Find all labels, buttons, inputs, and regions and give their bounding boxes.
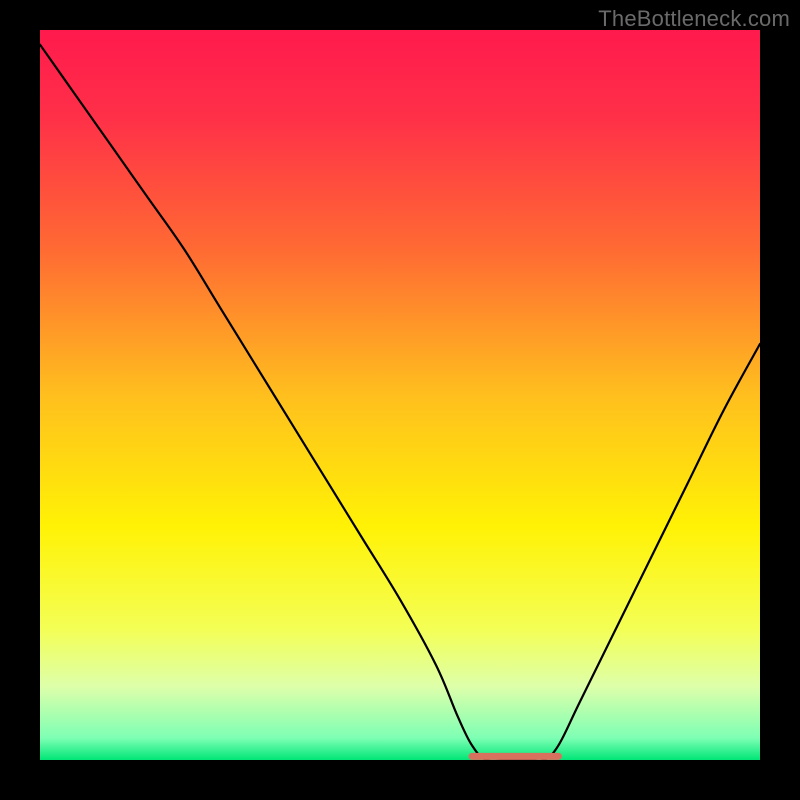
- plot-area: [40, 30, 760, 760]
- gradient-background: [40, 30, 760, 760]
- watermark-text: TheBottleneck.com: [598, 6, 790, 32]
- chart-svg: [40, 30, 760, 760]
- chart-frame: TheBottleneck.com: [0, 0, 800, 800]
